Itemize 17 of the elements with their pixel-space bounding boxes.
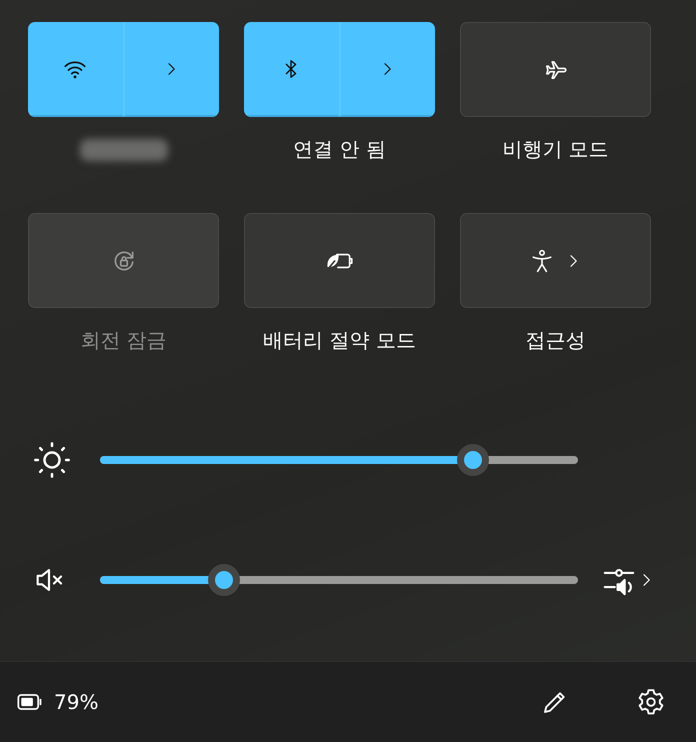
toggle-button[interactable] [244, 22, 338, 117]
slider-thumb[interactable] [456, 444, 489, 476]
brightness-icon [32, 440, 72, 480]
expand-button[interactable] [338, 22, 435, 117]
tile-label: 접근성 [526, 327, 586, 354]
toggle-button[interactable] [244, 213, 435, 308]
slider-thumb[interactable] [208, 564, 240, 596]
toggle-button[interactable] [28, 22, 122, 117]
gear-icon [636, 687, 666, 717]
expand-button[interactable] [122, 22, 219, 117]
tile-label: 배터리 절약 모드 [263, 327, 416, 354]
toggle-button[interactable] [460, 22, 651, 117]
battery-percentage: 79% [54, 690, 98, 714]
tile-label: 비행기 모드 [502, 136, 609, 163]
tile-label: 연결 안 됨 [293, 136, 386, 163]
toggle-button[interactable] [460, 213, 651, 308]
tile-label: 회전 잠금 [80, 327, 167, 354]
